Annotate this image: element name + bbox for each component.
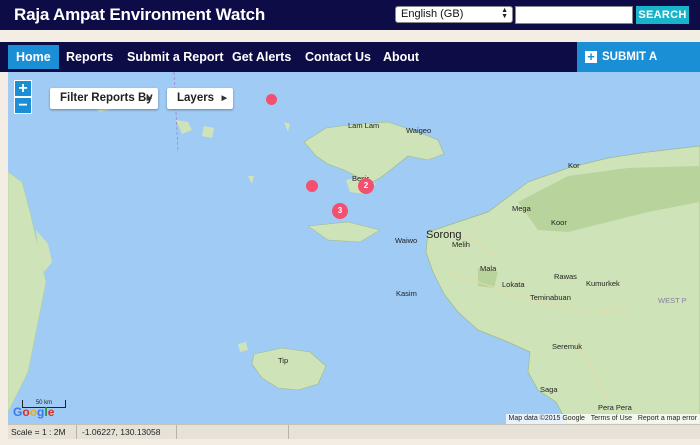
map-label: Mala — [480, 264, 497, 273]
zoom-in-button[interactable]: + — [14, 80, 32, 97]
map-label: Saga — [540, 385, 558, 394]
map-label: Kor — [568, 161, 580, 170]
plus-square-icon: + — [585, 50, 597, 63]
map-label: Melih — [452, 240, 470, 249]
map-label: Teminabuan — [530, 293, 571, 302]
map-label: Kumurkek — [586, 279, 620, 288]
map-label: WEST P — [658, 296, 687, 305]
report-marker[interactable] — [266, 94, 277, 105]
triangle-right-icon: ▶ — [221, 95, 227, 102]
zoom-out-button[interactable]: − — [14, 97, 32, 114]
page-footer-gap — [0, 439, 700, 445]
nav-reports[interactable]: Reports — [66, 42, 113, 72]
nav-get-alerts[interactable]: Get Alerts — [232, 42, 291, 72]
map-canvas[interactable]: + − Filter Reports By ▶ Layers ▶ Lam Lam… — [8, 72, 700, 424]
map-data-credit: Map data ©2015 Google — [508, 415, 585, 422]
map-label: Seremuk — [552, 342, 583, 351]
nav-contact-us[interactable]: Contact Us — [305, 42, 371, 72]
google-logo: Google — [13, 405, 55, 419]
filter-reports-label: Filter Reports By — [60, 92, 153, 104]
language-value: English (GB) — [401, 8, 464, 20]
status-divider — [288, 425, 289, 439]
map-label: Mega — [512, 204, 531, 213]
site-title[interactable]: Raja Ampat Environment Watch — [14, 5, 265, 25]
scale-readout: Scale = 1 : 2M — [11, 427, 66, 437]
map-label: Koor — [551, 218, 567, 227]
map-label: Waiwo — [395, 236, 418, 245]
filter-reports-button[interactable]: Filter Reports By ▶ — [50, 88, 158, 109]
nav-about[interactable]: About — [383, 42, 419, 72]
map-label: Waigeo — [406, 126, 432, 135]
top-header: Raja Ampat Environment Watch English (GB… — [0, 0, 700, 30]
report-cluster-marker[interactable]: 2 — [358, 178, 374, 194]
map-label: Pera Pera — [598, 403, 632, 412]
submit-report-button[interactable]: + SUBMIT A REPORT — [577, 42, 700, 93]
triangle-right-icon: ▶ — [146, 95, 152, 102]
report-marker[interactable] — [306, 180, 318, 192]
map-label: Rawas — [554, 272, 577, 281]
language-select[interactable]: English (GB) ▲ ▼ — [395, 6, 513, 23]
map-label: Tip — [278, 356, 289, 365]
select-arrows-icon: ▲ ▼ — [501, 7, 508, 20]
search-button[interactable]: SEARCH — [636, 6, 689, 24]
map-label: Lokata — [502, 280, 525, 289]
terms-link[interactable]: Terms of Use — [591, 415, 632, 422]
header-gap — [0, 30, 700, 42]
layers-label: Layers — [177, 92, 215, 104]
nav-home[interactable]: Home — [8, 45, 59, 69]
map-label: Lam Lam — [348, 121, 380, 130]
nav-submit-report[interactable]: Submit a Report — [127, 42, 224, 72]
coordinate-readout: -1.06227, 130.13058 — [82, 427, 161, 437]
report-error-link[interactable]: Report a map error — [638, 415, 697, 422]
status-divider — [76, 425, 77, 439]
search-input[interactable] — [515, 6, 633, 24]
map-status-bar: Scale = 1 : 2M -1.06227, 130.13058 — [8, 424, 700, 439]
report-cluster-marker[interactable]: 3 — [332, 203, 348, 219]
layers-button[interactable]: Layers ▶ — [167, 88, 233, 109]
status-divider — [176, 425, 177, 439]
map-attribution: Map data ©2015 Google Terms of Use Repor… — [505, 414, 700, 424]
map-label: Kasim — [396, 289, 417, 298]
